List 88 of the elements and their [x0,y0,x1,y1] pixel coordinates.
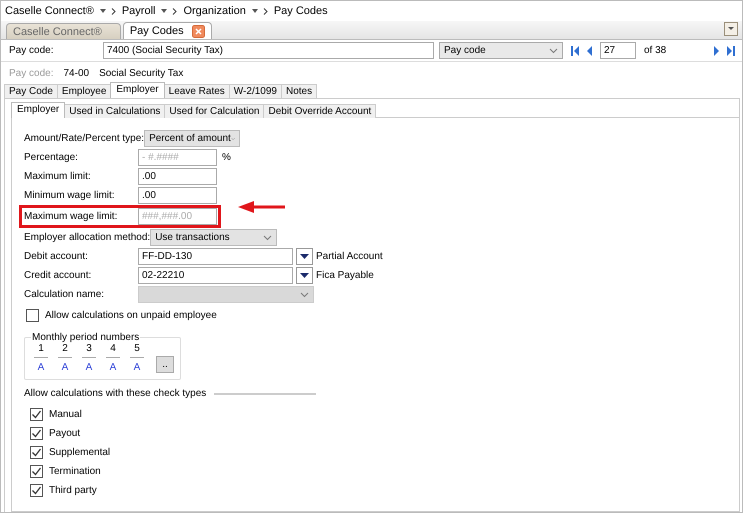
document-tab[interactable]: Caselle Connect® [6,23,121,39]
section-heading: Allow calculations with these check types [24,388,206,399]
input-field[interactable]: - #.#### [138,149,217,166]
chevron-icon [300,292,309,298]
separator-icon [262,8,268,14]
checkbox[interactable] [30,465,43,478]
chevron-icon [230,136,236,142]
separator-icon [172,8,178,14]
more-button[interactable]: .. [156,356,174,373]
close-icon[interactable] [192,24,205,38]
tab[interactable]: Leave Rates [164,84,230,98]
checkbox-label: Supplemental [49,447,110,458]
field-label: Maximum wage limit: [24,211,118,222]
account-description: Fica Payable [316,270,374,281]
group-title: Monthly period numbers [31,332,140,343]
dropdown[interactable]: Percent of amount [144,130,240,147]
last-record-icon[interactable] [727,46,736,56]
unit-label: % [222,152,231,163]
checkbox-label: Payout [49,428,80,439]
field-label: Debit account: [24,251,89,262]
checkbox[interactable] [30,408,43,421]
breadcrumb-link[interactable]: Caselle Connect® [5,5,94,17]
field-label: Employer allocation method: [24,232,150,243]
previous-record-icon[interactable] [587,46,592,56]
field-label: Credit account: [24,270,92,281]
dropdown-icon[interactable] [724,22,738,36]
lookup-dropdown[interactable]: Pay code [439,42,563,59]
tab[interactable]: Notes [280,84,318,98]
field-label: Calculation name: [24,289,106,300]
checkbox-label: Allow calculations on unpaid employee [45,310,217,321]
account-description: Partial Account [316,251,383,262]
tab[interactable]: Used for Calculation [164,104,264,118]
dropdown-icon[interactable] [296,267,313,284]
period-value[interactable]: A [62,362,68,373]
input-field[interactable]: ###,###.00 [138,208,217,225]
period-number: 3 [82,343,96,358]
breadcrumb-link[interactable]: Payroll [122,5,156,17]
tab[interactable]: Employer [11,102,66,118]
summary-label: Pay code: [9,68,54,78]
period-value[interactable]: A [86,362,92,373]
caret-icon[interactable] [100,9,106,13]
period-number: 5 [130,343,144,358]
breadcrumb-link[interactable]: Organization [183,5,246,17]
dropdown-icon[interactable] [296,248,313,265]
tab[interactable]: Employee [56,84,112,98]
caret-icon[interactable] [252,9,258,13]
input-field[interactable]: .00 [138,187,217,204]
dropdown[interactable]: Use transactions [150,229,278,246]
chevron-icon [549,48,558,54]
account-field[interactable]: 02-22210 [138,267,293,284]
tab[interactable]: Employer [110,82,165,98]
checkbox[interactable] [30,446,43,459]
input-field[interactable]: .00 [138,168,217,185]
field-label: Percentage: [24,152,79,163]
checkbox-label: Termination [49,466,101,477]
period-number: 4 [106,343,120,358]
breadcrumb-link[interactable]: Pay Codes [274,5,328,17]
account-field[interactable]: FF-DD-130 [138,248,293,265]
period-number: 2 [58,343,72,358]
document-tab[interactable]: Pay Codes [122,22,212,39]
tab[interactable]: Debit Override Account [263,104,376,118]
record-count: of 38 [644,45,666,56]
tab[interactable]: Pay Code [4,84,58,98]
summary-code: 74-00 [63,68,90,78]
checkbox-label: Manual [49,409,82,420]
caret-icon[interactable] [161,9,168,13]
checkbox-label: Third party [49,485,97,496]
period-value[interactable]: A [110,362,116,373]
field-label: Amount/Rate/Percent type: [24,133,144,144]
period-number: 1 [34,343,48,358]
period-value[interactable]: A [38,362,44,373]
checkbox[interactable] [30,484,43,497]
field-label: Maximum limit: [24,171,92,182]
checkbox[interactable] [30,427,43,440]
chevron-icon [263,234,272,240]
checkbox[interactable] [26,309,39,322]
tab[interactable]: W-2/1099 [228,84,282,98]
annotation-arrow [238,201,285,213]
pay-code-field[interactable]: 7400 (Social Security Tax) [103,42,434,59]
first-record-icon[interactable] [571,46,579,56]
field-label: Pay code: [9,45,54,56]
next-record-icon[interactable] [714,46,720,56]
record-field[interactable]: 27 [600,42,636,59]
summary-name: Social Security Tax [99,68,184,78]
period-value[interactable]: A [134,362,140,373]
separator-icon [110,8,116,14]
field-label: Minimum wage limit: [24,190,116,201]
tab[interactable]: Used in Calculations [64,104,166,118]
